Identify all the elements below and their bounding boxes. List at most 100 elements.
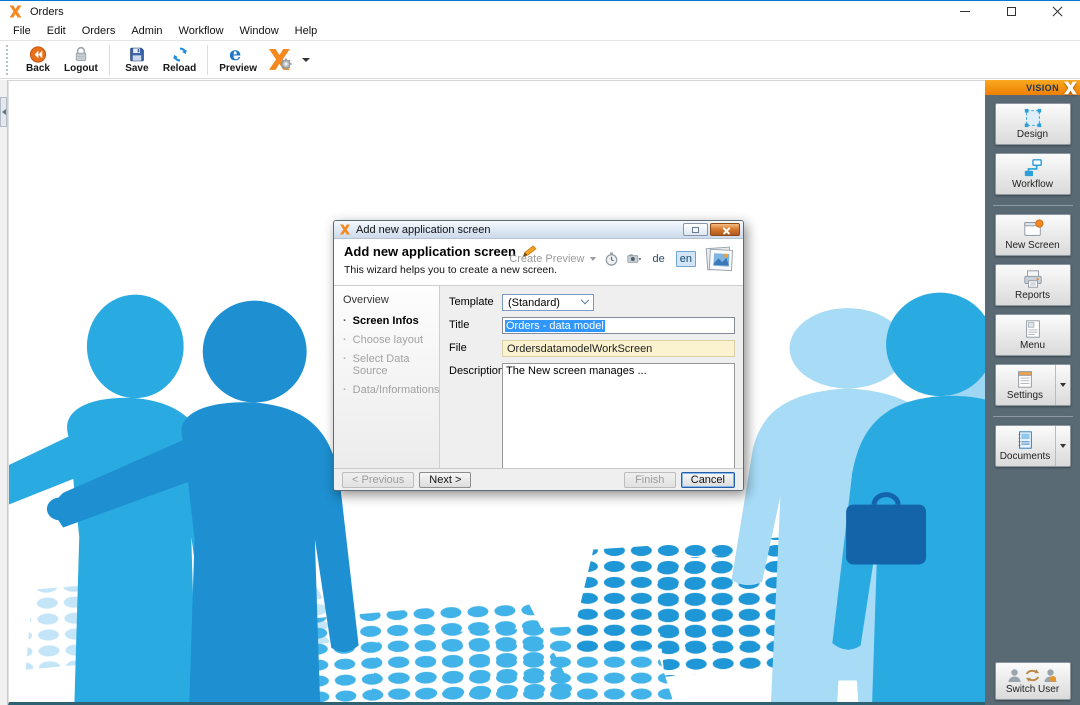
wizard-nav-header: Overview (343, 294, 439, 306)
expand-arrow-icon (2, 109, 6, 115)
minimize-icon (960, 11, 970, 12)
wizard-step-select-data-source[interactable]: Select Data Source (343, 353, 439, 377)
menu-orders[interactable]: Orders (74, 23, 124, 39)
file-label: File (449, 340, 502, 354)
dialog-titlebar[interactable]: Add new application screen (334, 221, 743, 239)
reports-icon (1022, 269, 1044, 289)
collapsed-left-panel[interactable] (0, 80, 8, 705)
toolbar-overflow-caret[interactable] (302, 58, 310, 62)
add-screen-dialog: Add new application screen Add new appli… (333, 220, 744, 491)
save-icon (128, 46, 146, 63)
dialog-restore-button[interactable] (683, 223, 708, 236)
maximize-button[interactable] (988, 1, 1034, 22)
menu-bar: File Edit Orders Admin Workflow Window H… (0, 22, 1080, 41)
user-icon (1006, 668, 1023, 683)
window-title: Orders (30, 6, 64, 18)
description-textarea[interactable]: The New screen manages ... (502, 363, 735, 476)
sidebar-button-design[interactable]: Design (995, 103, 1071, 145)
caret-down-icon (590, 257, 596, 261)
menu-help[interactable]: Help (287, 23, 326, 39)
language-de[interactable]: de (650, 252, 668, 266)
dialog-body: Overview Screen Infos Choose layout Sele… (334, 286, 743, 468)
logout-lock-icon (72, 46, 90, 63)
menu-edit[interactable]: Edit (39, 23, 74, 39)
previous-button[interactable]: < Previous (342, 472, 414, 488)
visionx-tool-button[interactable] (262, 42, 316, 77)
sidebar-button-documents[interactable]: Documents (995, 425, 1071, 467)
sidebar-button-menu[interactable]: Menu (995, 314, 1071, 356)
menu-admin[interactable]: Admin (123, 23, 170, 39)
design-icon (1022, 108, 1044, 128)
save-button[interactable]: Save (116, 42, 158, 77)
title-label: Title (449, 317, 502, 331)
sidebar-button-reports[interactable]: Reports (995, 264, 1071, 306)
switch-user-icons (1006, 668, 1059, 683)
menu-file[interactable]: File (5, 23, 39, 39)
dialog-title: Add new application screen (356, 224, 491, 236)
panel-expand-handle[interactable] (0, 97, 7, 127)
swap-arrows-icon (1024, 668, 1041, 683)
sidebar-button-new-screen[interactable]: New Screen (995, 214, 1071, 256)
sidebar-button-switch-user[interactable]: Switch User (995, 662, 1071, 700)
logout-button[interactable]: Logout (59, 42, 103, 77)
dialog-close-button[interactable] (710, 223, 740, 236)
window-titlebar: Orders (0, 1, 1080, 22)
visionx-gear-icon (268, 48, 294, 72)
wizard-footer: < Previous Next > Finish Cancel (334, 468, 743, 490)
wizard-step-screen-infos[interactable]: Screen Infos (343, 315, 439, 327)
title-input[interactable]: Orders - data model (502, 317, 735, 334)
settings-main[interactable]: Settings (996, 365, 1055, 405)
caret-down-icon (1060, 383, 1066, 387)
sidebar-separator (993, 416, 1073, 417)
create-preview-dropdown[interactable]: Create Preview (509, 253, 595, 265)
wizard-step-choose-layout[interactable]: Choose layout (343, 334, 439, 346)
maximize-icon (1007, 7, 1016, 16)
template-select[interactable]: (Standard) (502, 294, 594, 311)
stopwatch-icon[interactable] (604, 252, 619, 266)
workflow-icon (1022, 158, 1044, 178)
sidebar-separator (993, 205, 1073, 206)
preview-button[interactable]: e Preview (214, 42, 262, 77)
finish-button[interactable]: Finish (624, 472, 676, 488)
language-en-selected[interactable]: en (676, 251, 696, 267)
toolbar: Back Logout Save (0, 41, 1080, 79)
close-button[interactable] (1034, 1, 1080, 22)
wizard-step-data-informations[interactable]: Data/Informations (343, 384, 439, 396)
documents-dropdown-arrow[interactable] (1055, 426, 1070, 466)
wizard-steps-nav: Overview Screen Infos Choose layout Sele… (334, 286, 440, 468)
file-input[interactable]: OrdersdatamodelWorkScreen (502, 340, 735, 357)
documents-main[interactable]: Documents (996, 426, 1055, 466)
dialog-header-tools: Create Preview de en (509, 245, 735, 272)
minimize-button[interactable] (942, 1, 988, 22)
sidebar-button-workflow[interactable]: Workflow (995, 153, 1071, 195)
visionx-brand-header: VISION (985, 80, 1080, 95)
next-button[interactable]: Next > (419, 472, 471, 488)
toolbar-separator (109, 45, 110, 75)
reload-icon (171, 46, 189, 63)
back-button[interactable]: Back (17, 42, 59, 77)
select-chevron-icon (581, 295, 589, 303)
user-icon-orange (1042, 668, 1059, 683)
sidebar-button-settings[interactable]: Settings (995, 364, 1071, 406)
cancel-button[interactable]: Cancel (681, 472, 735, 488)
toolbar-grip[interactable] (6, 45, 9, 75)
window-controls (942, 1, 1080, 22)
reload-button[interactable]: Reload (158, 42, 201, 77)
screen-info-form: Template (Standard) Title Orders - data … (440, 286, 743, 468)
menu-window[interactable]: Window (232, 23, 287, 39)
screen-preview-thumbnail-icon[interactable] (704, 245, 735, 272)
back-icon (29, 46, 47, 63)
close-icon (1052, 6, 1063, 17)
caret-down-icon (1060, 444, 1066, 448)
right-sidebar: VISION Design Workflow (985, 80, 1080, 705)
dialog-heading: Add new application screen (344, 244, 516, 259)
description-label: Description (449, 363, 502, 377)
documents-icon (1014, 430, 1036, 450)
visionx-brand-x-icon (1062, 81, 1079, 95)
camera-dropdown-icon[interactable] (627, 252, 642, 266)
toolbar-separator (207, 45, 208, 75)
new-screen-icon (1022, 219, 1044, 239)
restore-icon (692, 227, 699, 233)
menu-workflow[interactable]: Workflow (171, 23, 232, 39)
settings-dropdown-arrow[interactable] (1055, 365, 1070, 405)
